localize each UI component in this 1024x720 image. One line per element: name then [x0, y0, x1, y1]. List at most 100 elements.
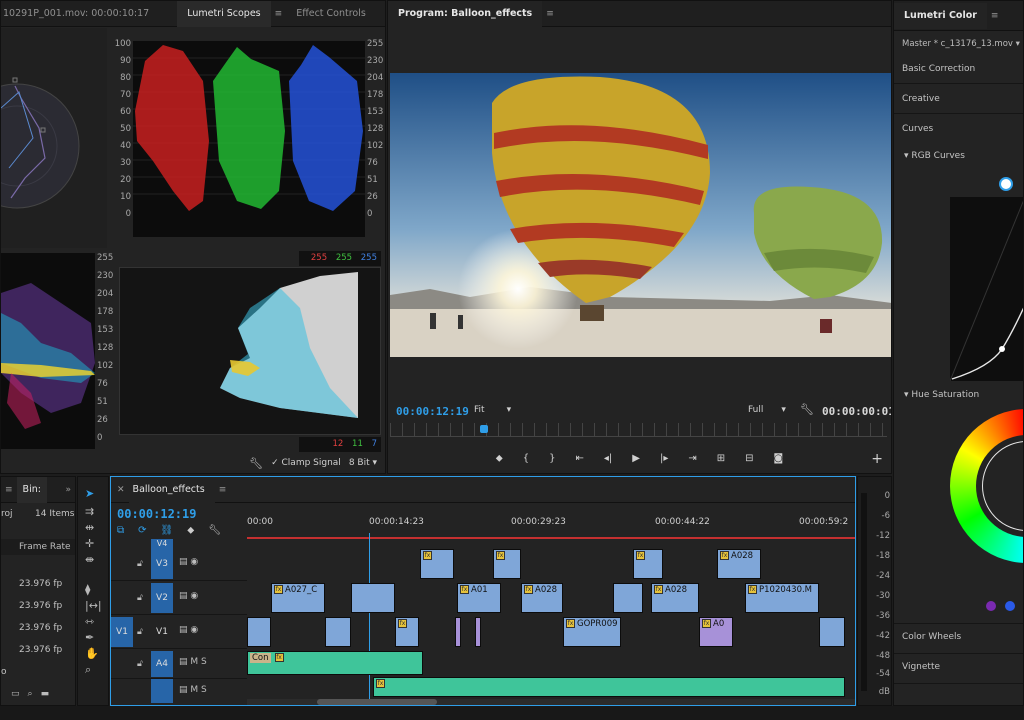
source-patch-v1[interactable]: V1 [111, 617, 133, 647]
mark-in-icon[interactable]: { [523, 453, 529, 469]
timeline-ruler[interactable]: 00:00 00:00:14:23 00:00:29:23 00:00:44:2… [247, 513, 855, 539]
timeline-clip[interactable] [613, 583, 643, 613]
tab-lumetri-scopes[interactable]: Lumetri Scopes [177, 1, 271, 27]
timeline-clip[interactable]: fx A028 [717, 549, 761, 579]
lumetri-menu-icon[interactable]: ≡ [987, 11, 1003, 21]
timeline-clip[interactable]: fx A028 [651, 583, 699, 613]
tab-source[interactable]: 10291P_001.mov: 00:00:10:17 [1, 1, 159, 27]
program-playhead[interactable] [480, 425, 488, 433]
project-menu-icon[interactable]: ≡ [1, 485, 17, 495]
linked-selection-icon[interactable]: ⛓︎ [161, 525, 174, 536]
timeline-clip[interactable]: fx A0 [699, 617, 733, 647]
timeline-clip[interactable]: fx A027_C [271, 583, 325, 613]
timeline-clip[interactable]: fx [633, 549, 663, 579]
timeline-scrollbar[interactable] [247, 699, 855, 705]
timeline-clip[interactable]: fx A028 [521, 583, 563, 613]
track-target-v4[interactable]: V4 [151, 539, 173, 549]
track-target-v1[interactable]: V1 [151, 617, 173, 647]
timeline-clip[interactable]: fx GOPR009 [563, 617, 621, 647]
timeline-clip[interactable] [247, 617, 271, 647]
export-frame-icon[interactable]: ◙ [774, 453, 784, 469]
hand-tool-icon[interactable]: ✋ [85, 647, 99, 660]
toggle-output-icon[interactable]: ▤ ◉ [179, 591, 198, 601]
ripple-edit-tool-icon[interactable]: ⇹ [85, 521, 94, 534]
pen-tool-icon[interactable]: ✒ [85, 631, 94, 644]
track-target-v2[interactable]: V2 [151, 583, 173, 613]
selection-tool-icon[interactable]: ➤ [85, 487, 94, 500]
toggle-output-icon[interactable]: ▤ ◉ [179, 625, 198, 635]
hue-saturation-toggle[interactable]: ▾ Hue Saturation [904, 390, 979, 400]
quality-select[interactable]: Full ▾ [748, 405, 786, 415]
program-menu-icon[interactable]: ≡ [542, 9, 558, 19]
tab-bin[interactable]: Bin: [16, 477, 47, 503]
timeline-clip[interactable] [325, 617, 351, 647]
extract-icon[interactable]: ⊟ [745, 453, 753, 469]
list-item[interactable]: 23.976 fp [19, 623, 62, 633]
program-title[interactable]: Program: Balloon_effects [388, 1, 543, 27]
timeline-timecode[interactable]: 00:00:12:19 [117, 507, 196, 521]
list-item[interactable]: 23.976 fp [19, 601, 62, 611]
mute-solo-icons[interactable]: ▤ M S [179, 685, 207, 695]
go-to-in-icon[interactable]: ⇤ [576, 453, 584, 469]
hue-saturation-wheel[interactable] [950, 409, 1023, 563]
timeline-clip[interactable]: fx A01 [457, 583, 501, 613]
timeline-menu-icon[interactable]: ≡ [215, 485, 231, 495]
toggle-output-icon[interactable]: ▤ ◉ [179, 557, 198, 567]
master-clip-select[interactable]: Master * c_13176_13.mov ▾ [894, 35, 1023, 53]
settings-wrench-icon[interactable]: 🔧︎ [800, 403, 814, 416]
marker-icon[interactable]: ⬥ [187, 525, 194, 536]
list-item[interactable]: 23.976 fp [19, 645, 62, 655]
rgb-curves-toggle[interactable]: ▾ RGB Curves [904, 151, 965, 161]
step-back-icon[interactable]: ◂| [604, 453, 612, 469]
lift-icon[interactable]: ⊞ [717, 453, 725, 469]
rolling-edit-tool-icon[interactable]: ✛ [85, 537, 94, 550]
panel-menu-icon[interactable]: ≡ [271, 9, 287, 19]
timeline-clip[interactable] [475, 617, 481, 647]
rgb-curve-graph[interactable] [949, 197, 1023, 382]
button-editor-plus-icon[interactable]: + [871, 451, 883, 467]
track-select-tool-icon[interactable]: ⇉ [85, 505, 94, 518]
mute-solo-icons[interactable]: ▤ M S [179, 657, 207, 667]
hue-swatch-purple[interactable] [986, 601, 996, 611]
audio-clip[interactable]: fx [373, 677, 845, 697]
section-curves[interactable]: Curves [902, 124, 933, 134]
razor-tool-icon[interactable]: ⧫ [85, 583, 90, 596]
lock-icon[interactable]: 🔓︎ [137, 659, 143, 669]
hue-swatch-blue[interactable] [1005, 601, 1015, 611]
go-to-out-icon[interactable]: ⇥ [688, 453, 696, 469]
timeline-clip[interactable]: fx P1020430.M [745, 583, 819, 613]
timeline-clip[interactable]: fx [395, 617, 419, 647]
track-target-a4[interactable]: A4 [151, 651, 173, 677]
timeline-clip[interactable] [455, 617, 461, 647]
bit-depth-select[interactable]: 8 Bit ▾ [349, 458, 377, 468]
timeline-clip[interactable]: fx [493, 549, 521, 579]
lock-icon[interactable]: 🔓︎ [137, 593, 143, 603]
fit-select[interactable]: Fit ▾ [474, 405, 511, 415]
frame-rate-column-header[interactable]: Frame Rate [1, 539, 75, 555]
timeline-wrench-icon[interactable]: 🔧︎ [208, 525, 221, 536]
curve-channel-white[interactable] [999, 177, 1013, 191]
timeline-clip[interactable] [351, 583, 395, 613]
timeline-playhead[interactable] [369, 533, 370, 703]
close-tab-icon[interactable]: ✕ [111, 485, 129, 495]
sequence-tab[interactable]: Balloon_effects [128, 477, 215, 503]
track-target-a5[interactable] [151, 679, 173, 703]
zoom-tool-icon[interactable]: ⌕ [85, 663, 91, 677]
tab-audio[interactable]: Audio [376, 1, 385, 27]
list-item[interactable]: 23.976 fp [19, 579, 62, 589]
timeline-clip[interactable] [819, 617, 845, 647]
program-video-frame[interactable] [390, 73, 891, 357]
step-forward-icon[interactable]: |▸ [660, 453, 668, 469]
section-color-wheels[interactable]: Color Wheels [902, 632, 961, 642]
lock-icon[interactable]: 🔓︎ [137, 627, 143, 637]
new-bin-icon[interactable]: ▬ [41, 689, 50, 703]
add-marker-icon[interactable]: ⬥ [496, 453, 503, 469]
search-icon[interactable]: ⌕ [28, 689, 33, 703]
lock-icon[interactable]: 🔓︎ [137, 559, 143, 569]
section-creative[interactable]: Creative [902, 94, 940, 104]
section-vignette[interactable]: Vignette [902, 662, 940, 672]
audio-clip[interactable]: Con fx [247, 651, 423, 675]
timeline-clip[interactable]: fx [420, 549, 454, 579]
section-basic-correction[interactable]: Basic Correction [902, 64, 975, 74]
program-timecode[interactable]: 00:00:12:19 [396, 405, 469, 418]
